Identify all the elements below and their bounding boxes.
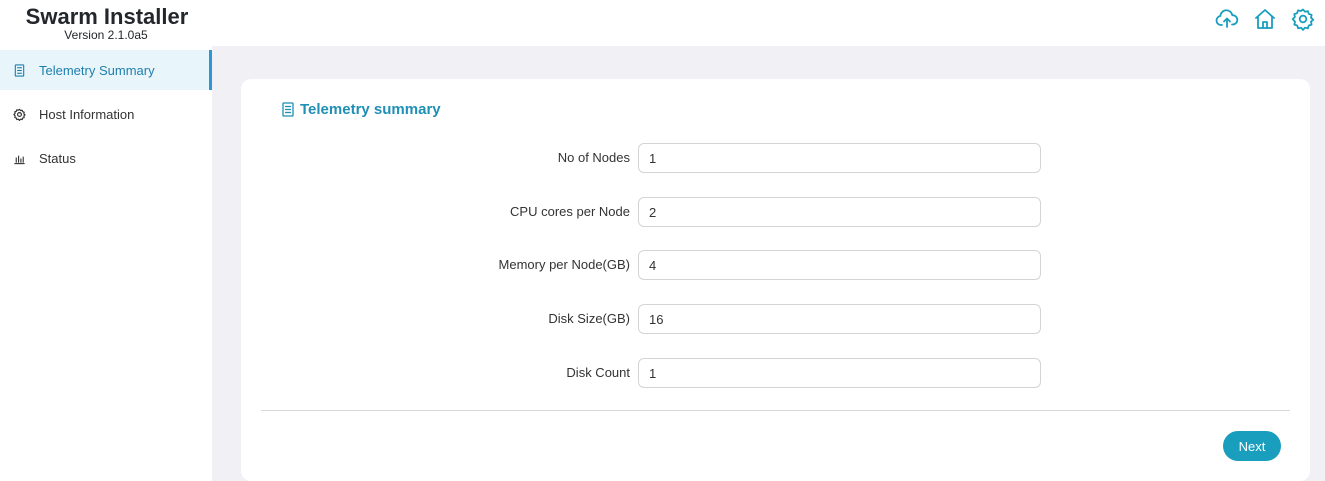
form-row-cpu: CPU cores per Node [241, 197, 1041, 227]
cloud-upload-icon[interactable] [1214, 6, 1240, 32]
document-icon [12, 63, 26, 77]
cpu-label: CPU cores per Node [510, 204, 630, 219]
app-title: Swarm Installer [25, 4, 189, 29]
app-version: Version 2.1.0a5 [64, 28, 148, 42]
sidebar: Telemetry Summary Host Information Statu… [0, 46, 212, 481]
telemetry-card: Telemetry summary No of Nodes CPU cores … [241, 79, 1310, 481]
sidebar-item-label: Status [39, 150, 76, 166]
disk-size-input[interactable] [638, 304, 1041, 334]
form-row-disk-count: Disk Count [241, 358, 1041, 388]
header-actions [1214, 6, 1316, 32]
sidebar-item-label: Telemetry Summary [39, 62, 155, 78]
app-header: Swarm Installer Version 2.1.0a5 [0, 0, 1325, 46]
brand: Swarm Installer Version 2.1.0a5 [22, 5, 192, 42]
sidebar-item-status[interactable]: Status [0, 138, 212, 178]
document-icon [282, 102, 294, 117]
bar-chart-icon [12, 151, 26, 165]
disk-count-input[interactable] [638, 358, 1041, 388]
nodes-input[interactable] [638, 143, 1041, 173]
sidebar-item-label: Host Information [39, 106, 135, 122]
sidebar-item-telemetry-summary[interactable]: Telemetry Summary [0, 50, 212, 90]
nodes-label: No of Nodes [557, 150, 630, 165]
gear-icon[interactable] [1290, 6, 1316, 32]
main-area: Telemetry summary No of Nodes CPU cores … [212, 46, 1325, 481]
gear-icon [12, 107, 26, 121]
form-row-disk-size: Disk Size(GB) [241, 304, 1041, 334]
card-title: Telemetry summary [281, 101, 441, 118]
form-row-nodes: No of Nodes [241, 143, 1041, 173]
next-button[interactable]: Next [1223, 431, 1281, 461]
card-title-text: Telemetry summary [300, 101, 441, 118]
divider [261, 410, 1290, 411]
memory-input[interactable] [638, 250, 1041, 280]
disk-size-label: Disk Size(GB) [548, 311, 630, 326]
form-row-memory: Memory per Node(GB) [241, 250, 1041, 280]
cpu-input[interactable] [638, 197, 1041, 227]
disk-count-label: Disk Count [566, 365, 630, 380]
sidebar-item-host-information[interactable]: Host Information [0, 94, 212, 134]
home-icon[interactable] [1252, 6, 1278, 32]
memory-label: Memory per Node(GB) [498, 257, 630, 272]
